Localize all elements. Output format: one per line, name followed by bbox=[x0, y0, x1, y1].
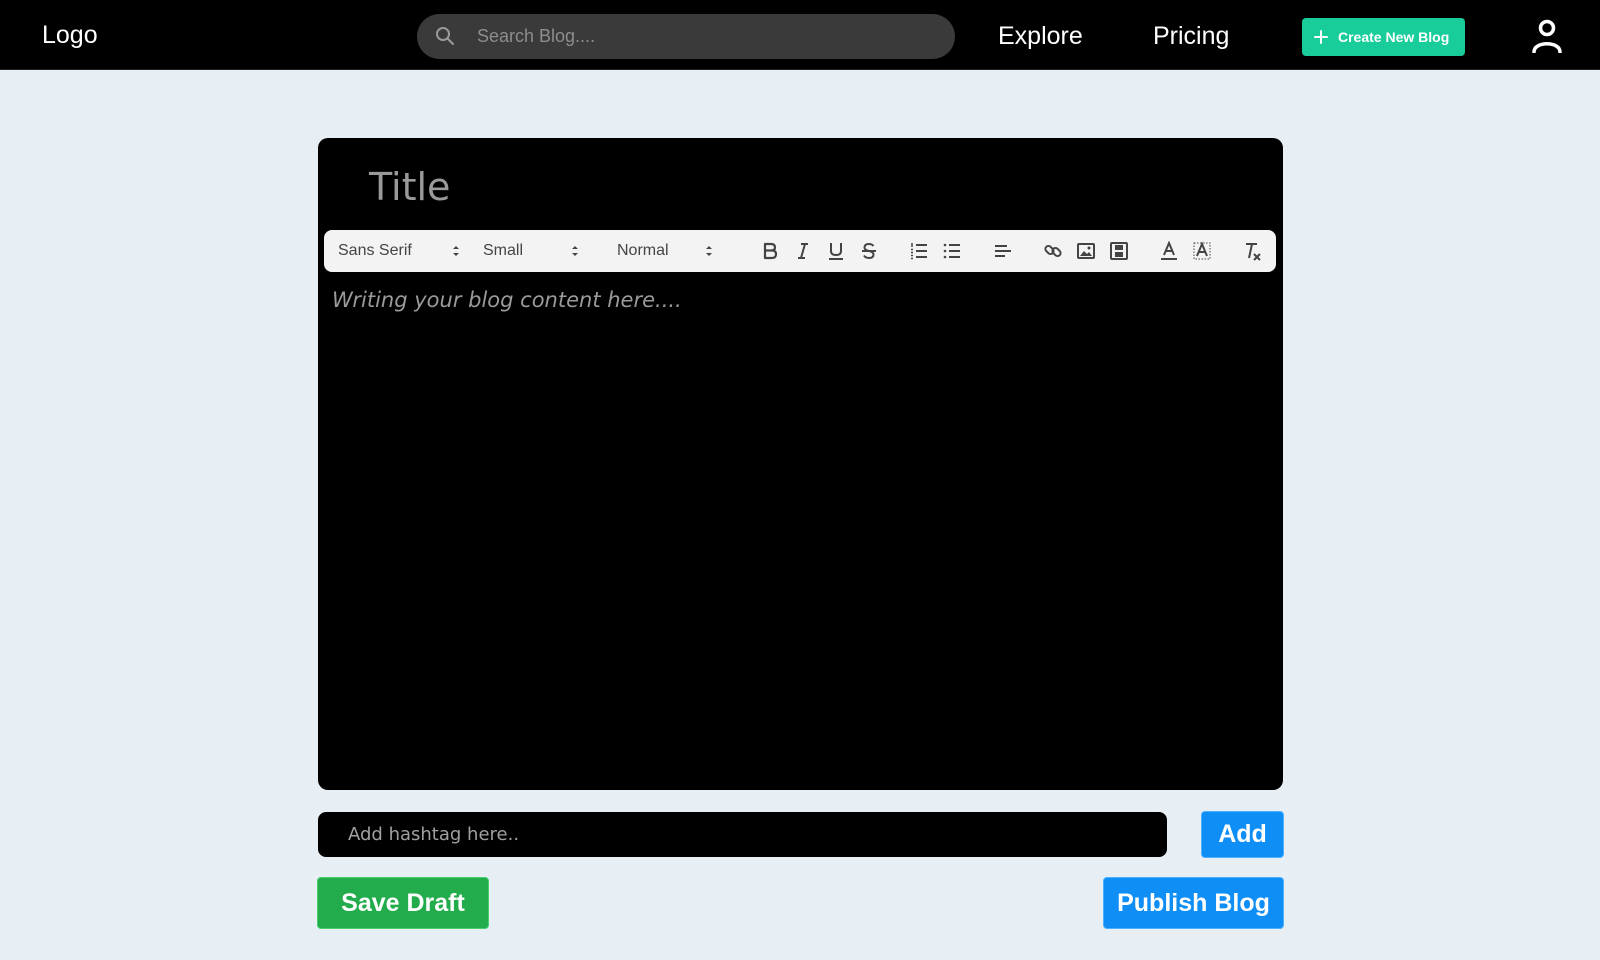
content-placeholder: Writing your blog content here.... bbox=[332, 288, 682, 312]
size-select-value: Small bbox=[483, 242, 524, 259]
bullet-list-button[interactable] bbox=[942, 241, 962, 261]
blog-content-editor[interactable]: Writing your blog content here.... bbox=[332, 288, 1262, 768]
formatting-toolbar: Sans Serif Small Normal bbox=[324, 230, 1276, 272]
link-button[interactable] bbox=[1043, 241, 1063, 261]
user-icon[interactable] bbox=[1531, 19, 1563, 53]
select-arrows-icon bbox=[572, 246, 578, 256]
create-new-blog-label: Create New Blog bbox=[1338, 29, 1450, 45]
video-icon bbox=[1110, 242, 1128, 260]
create-new-blog-button[interactable]: Create New Blog bbox=[1302, 18, 1465, 56]
nav-pricing[interactable]: Pricing bbox=[1153, 20, 1229, 52]
underline-icon bbox=[829, 243, 843, 260]
clear-format-icon bbox=[1246, 243, 1261, 261]
search-input[interactable] bbox=[477, 14, 937, 59]
header-select-value: Normal bbox=[617, 242, 669, 259]
align-left-icon bbox=[995, 245, 1011, 257]
strikethrough-icon bbox=[862, 242, 876, 260]
publish-blog-button[interactable]: Publish Blog bbox=[1103, 877, 1284, 929]
select-arrows-icon bbox=[453, 246, 459, 256]
font-select-value: Sans Serif bbox=[338, 242, 412, 259]
logo[interactable]: Logo bbox=[42, 20, 98, 50]
bold-icon bbox=[763, 242, 778, 260]
strike-button[interactable] bbox=[859, 241, 879, 261]
image-button[interactable] bbox=[1076, 241, 1096, 261]
align-button[interactable] bbox=[993, 241, 1013, 261]
blog-editor: Sans Serif Small Normal bbox=[318, 138, 1283, 790]
add-hashtag-button[interactable]: Add bbox=[1201, 811, 1284, 858]
ordered-list-icon bbox=[911, 243, 927, 260]
italic-button[interactable] bbox=[793, 241, 813, 261]
video-button[interactable] bbox=[1109, 241, 1129, 261]
text-color-icon bbox=[1161, 241, 1177, 260]
underline-button[interactable] bbox=[826, 241, 846, 261]
hashtag-input[interactable] bbox=[318, 812, 1167, 857]
italic-icon bbox=[798, 243, 808, 259]
search-icon bbox=[436, 27, 454, 45]
header-select[interactable]: Normal bbox=[617, 230, 727, 272]
top-navbar: Logo Explore Pricing Create New Blog bbox=[0, 0, 1600, 70]
bullet-list-icon bbox=[943, 243, 960, 259]
bold-button[interactable] bbox=[760, 241, 780, 261]
link-icon bbox=[1044, 244, 1062, 258]
title-input[interactable] bbox=[369, 162, 1229, 212]
save-draft-button[interactable]: Save Draft bbox=[317, 877, 489, 929]
select-arrows-icon bbox=[706, 246, 712, 256]
clear-format-button[interactable] bbox=[1242, 241, 1262, 261]
background-color-button[interactable] bbox=[1192, 241, 1212, 261]
background-color-icon bbox=[1193, 241, 1211, 260]
font-select[interactable]: Sans Serif bbox=[338, 230, 468, 272]
size-select[interactable]: Small bbox=[483, 230, 593, 272]
plus-icon bbox=[1314, 30, 1328, 44]
image-icon bbox=[1077, 243, 1095, 259]
nav-explore[interactable]: Explore bbox=[998, 20, 1083, 52]
search-bar[interactable] bbox=[417, 14, 955, 59]
text-color-button[interactable] bbox=[1159, 241, 1179, 261]
ordered-list-button[interactable] bbox=[909, 241, 929, 261]
